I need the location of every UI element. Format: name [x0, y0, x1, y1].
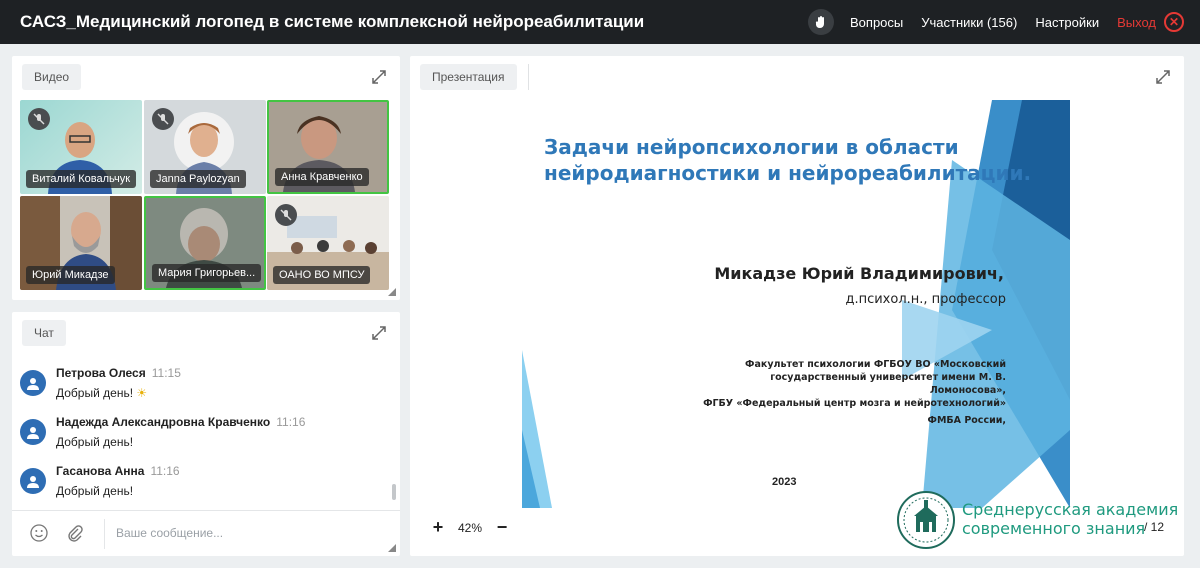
- top-actions: Вопросы Участники (156) Настройки Выход …: [808, 0, 1184, 44]
- message-input[interactable]: Ваше сообщение...: [116, 526, 223, 540]
- user-avatar-icon: [20, 419, 46, 445]
- chat-message: Надежда Александровна Кравченко 11:16 Доб…: [20, 415, 380, 455]
- video-tile[interactable]: Виталий Ковальчук: [20, 100, 142, 194]
- message-author: Надежда Александровна Кравченко: [56, 415, 271, 429]
- participant-name: Анна Кравченко: [275, 168, 369, 186]
- slide-title-line: Задачи нейропсихологии в области: [544, 135, 959, 159]
- mic-off-icon: [275, 204, 297, 226]
- video-tile[interactable]: Мария Григорьев...: [144, 196, 266, 290]
- academy-logo-icon: [897, 491, 955, 549]
- participant-name: Мария Григорьев...: [152, 264, 262, 282]
- watermark-line: современного знания: [962, 519, 1146, 538]
- slide-title-line: нейродиагностики и нейрореабилитации.: [544, 161, 1032, 185]
- expand-icon: [1156, 70, 1170, 84]
- zoom-out-button[interactable]: −: [492, 517, 512, 538]
- participant-name: Юрий Микадзе: [26, 266, 115, 284]
- expand-chat-button[interactable]: [368, 322, 390, 344]
- expand-icon: [372, 326, 386, 340]
- tab-video[interactable]: Видео: [22, 64, 82, 90]
- message-time: 11:16: [150, 464, 180, 478]
- user-avatar-icon: [20, 370, 46, 396]
- emoji-icon[interactable]: [30, 524, 48, 542]
- message-author: Гасанова Анна: [56, 464, 145, 478]
- video-tile[interactable]: Юрий Микадзе: [20, 196, 142, 290]
- video-tile[interactable]: Анна Кравченко: [267, 100, 389, 194]
- chat-input-area: Ваше сообщение...: [12, 510, 400, 556]
- message-time: 11:16: [276, 415, 306, 429]
- chat-message: Гасанова Анна 11:16 Добрый день!: [20, 464, 380, 504]
- attachment-icon[interactable]: [66, 524, 84, 542]
- resize-handle[interactable]: [388, 544, 396, 552]
- mic-off-icon: [28, 108, 50, 130]
- chat-scrollbar[interactable]: [392, 484, 396, 500]
- chat-message: Петрова Олеся 11:15 Добрый день! ☀: [20, 366, 380, 406]
- zoom-in-button[interactable]: +: [428, 517, 448, 538]
- slide-year: 2023: [772, 476, 797, 488]
- slide-author: Микадзе Юрий Владимирович,: [714, 264, 1004, 283]
- tab-chat[interactable]: Чат: [22, 320, 66, 346]
- message-text: Добрый день!: [56, 484, 134, 498]
- participant-name: Janna Paylozyan: [150, 170, 246, 188]
- zoom-level: 42%: [458, 520, 483, 535]
- video-panel: Видео Виталий Ковальчук Janna Paylozyan: [12, 56, 400, 300]
- message-text: Добрый день!: [56, 386, 134, 400]
- video-tile[interactable]: Janna Paylozyan: [144, 100, 266, 194]
- user-avatar-icon: [20, 468, 46, 494]
- message-time: 11:15: [151, 366, 181, 380]
- academy-watermark: Среднерусская академия современного знан…: [896, 488, 1196, 552]
- conference-title: САСЗ_Медицинский логопед в системе компл…: [20, 12, 645, 31]
- expand-video-button[interactable]: [368, 66, 390, 88]
- settings-link[interactable]: Настройки: [1035, 15, 1099, 30]
- video-tile[interactable]: ОАНО ВО МПСУ: [267, 196, 389, 290]
- slide-affiliation: Факультет психологии ФГБОУ ВО «Московски…: [703, 359, 1006, 426]
- expand-icon: [372, 70, 386, 84]
- chat-panel: Чат Петрова Олеся 11:15 Добрый день! ☀ На…: [12, 312, 400, 556]
- message-text: Добрый день!: [56, 435, 134, 449]
- expand-presentation-button[interactable]: [1152, 66, 1174, 88]
- sun-emoji-icon: ☀: [136, 386, 148, 400]
- slide-degree: д.психол.н., профессор: [845, 292, 1006, 307]
- presentation-slide: Задачи нейропсихологии в области нейроди…: [522, 100, 1070, 508]
- tab-presentation[interactable]: Презентация: [420, 64, 517, 90]
- message-author: Петрова Олеся: [56, 366, 146, 380]
- exit-link[interactable]: Выход: [1117, 15, 1156, 30]
- slide-title: Задачи нейропсихологии в области нейроди…: [544, 134, 1031, 186]
- mic-off-icon: [152, 108, 174, 130]
- participants-link[interactable]: Участники (156): [921, 15, 1017, 30]
- hand-icon: [815, 16, 825, 29]
- questions-link[interactable]: Вопросы: [850, 15, 903, 30]
- close-icon[interactable]: ✕: [1164, 12, 1184, 32]
- resize-handle[interactable]: [388, 288, 396, 296]
- presentation-panel: Презентация Задачи нейропсихологии в обл…: [410, 56, 1184, 556]
- raise-hand-button[interactable]: [808, 9, 835, 35]
- top-bar: САСЗ_Медицинский логопед в системе компл…: [0, 0, 1200, 44]
- watermark-line: Среднерусская академия: [962, 500, 1179, 519]
- zoom-controls: + 42% −: [428, 517, 512, 538]
- participant-name: Виталий Ковальчук: [26, 170, 137, 188]
- participant-name: ОАНО ВО МПСУ: [273, 266, 371, 284]
